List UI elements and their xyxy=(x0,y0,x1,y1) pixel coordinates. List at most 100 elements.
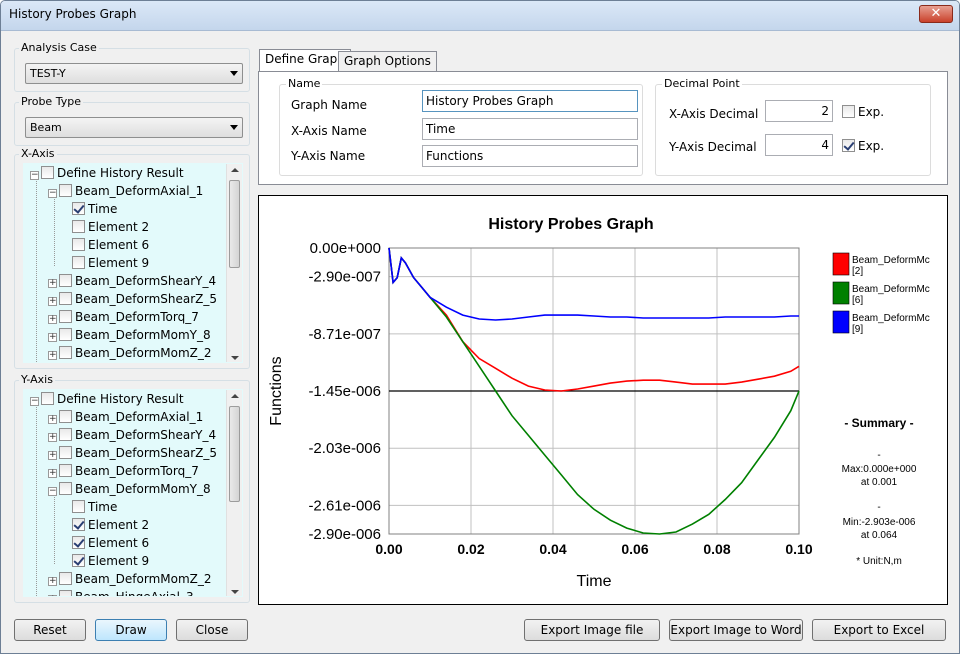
checkbox[interactable] xyxy=(842,139,855,152)
checkbox[interactable] xyxy=(842,105,855,118)
expand-icon[interactable]: + xyxy=(48,279,57,288)
x-tick-label: 0.06 xyxy=(621,541,648,557)
tree-item[interactable]: + Beam_DeformTorq_7 xyxy=(48,308,199,326)
checkbox[interactable] xyxy=(59,572,72,585)
x-exp-checkbox[interactable]: Exp. xyxy=(842,105,884,119)
tree-item[interactable]: Element 2 xyxy=(66,218,149,236)
export-word-button[interactable]: Export Image to Word xyxy=(669,619,803,641)
title-bar[interactable]: History Probes Graph ✕ xyxy=(1,1,959,31)
checkbox[interactable] xyxy=(59,464,72,477)
analysis-case-select[interactable]: TEST-Y xyxy=(25,63,243,84)
x-tree-scrollbar[interactable] xyxy=(226,164,242,362)
tree-item[interactable]: + Beam_DeformTorq_7 xyxy=(48,462,199,480)
checkbox[interactable] xyxy=(59,184,72,197)
close-icon[interactable]: ✕ xyxy=(919,5,953,23)
checkbox[interactable] xyxy=(72,202,85,215)
checkbox[interactable] xyxy=(72,554,85,567)
checkbox[interactable] xyxy=(41,392,54,405)
expand-icon[interactable]: + xyxy=(48,595,57,596)
graph-name-input[interactable]: History Probes Graph xyxy=(422,90,638,112)
summary-title: - Summary - xyxy=(844,416,913,430)
checkbox[interactable] xyxy=(41,166,54,179)
tree-item[interactable]: + Beam_DeformShearY_4 xyxy=(48,272,216,290)
tree-item[interactable]: Element 9 xyxy=(66,552,149,570)
checkbox[interactable] xyxy=(59,482,72,495)
history-probes-window: History Probes Graph ✕ Analysis Case TES… xyxy=(0,0,960,654)
expand-icon[interactable]: + xyxy=(48,333,57,342)
name-group-label: Name xyxy=(286,77,323,90)
tree-item[interactable]: + Beam_DeformMomZ_2 xyxy=(48,570,212,588)
checkbox[interactable] xyxy=(59,346,72,359)
y-axis-decimal-input[interactable]: 4 xyxy=(765,134,833,156)
checkbox[interactable] xyxy=(59,410,72,423)
checkbox[interactable] xyxy=(59,274,72,287)
tree-item[interactable]: + Beam_HingeAxial_3 xyxy=(48,588,194,596)
scroll-down-icon[interactable] xyxy=(231,356,239,360)
scroll-up-icon[interactable] xyxy=(231,168,239,172)
y-axis-name-input[interactable]: Functions xyxy=(422,145,638,167)
summary-min-at: at 0.064 xyxy=(861,530,898,541)
x-tree-root[interactable]: − Define History Result xyxy=(30,164,184,182)
tab-graph-options[interactable]: Graph Options xyxy=(338,51,437,72)
collapse-icon[interactable]: − xyxy=(30,171,39,180)
close-button[interactable]: Close xyxy=(176,619,248,641)
tree-item[interactable]: − Beam_DeformAxial_1 xyxy=(48,182,203,200)
probe-type-select[interactable]: Beam xyxy=(25,117,243,138)
checkbox[interactable] xyxy=(72,500,85,513)
expand-icon[interactable]: + xyxy=(48,451,57,460)
x-axis-name-input[interactable]: Time xyxy=(422,118,638,140)
tree-item[interactable]: Element 9 xyxy=(66,254,149,272)
tree-item[interactable]: + Beam_DeformMomZ_2 xyxy=(48,344,212,362)
export-image-button[interactable]: Export Image file xyxy=(524,619,660,641)
expand-icon[interactable]: + xyxy=(48,415,57,424)
checkbox[interactable] xyxy=(72,220,85,233)
checkbox[interactable] xyxy=(72,536,85,549)
checkbox[interactable] xyxy=(59,292,72,305)
tree-item[interactable]: Time xyxy=(66,498,117,516)
tree-item[interactable]: + Beam_DeformAxial_1 xyxy=(48,408,203,426)
checkbox[interactable] xyxy=(59,328,72,341)
tree-item[interactable]: Element 6 xyxy=(66,534,149,552)
y-tree-scrollbar[interactable] xyxy=(226,390,242,596)
tree-item[interactable]: + Beam_DeformMomY_8 xyxy=(48,326,211,344)
checkbox[interactable] xyxy=(59,446,72,459)
collapse-icon[interactable]: − xyxy=(30,397,39,406)
expand-icon[interactable]: + xyxy=(48,469,57,478)
checkbox[interactable] xyxy=(59,310,72,323)
tree-item[interactable]: Element 6 xyxy=(66,236,149,254)
checkbox[interactable] xyxy=(72,238,85,251)
checkbox[interactable] xyxy=(72,518,85,531)
expand-icon[interactable]: + xyxy=(48,315,57,324)
scroll-thumb[interactable] xyxy=(229,180,240,268)
tree-item[interactable]: + Beam_DeformShearY_4 xyxy=(48,426,216,444)
reset-button[interactable]: Reset xyxy=(14,619,86,641)
chevron-down-icon xyxy=(230,125,238,130)
expand-icon[interactable]: + xyxy=(48,433,57,442)
checkbox[interactable] xyxy=(59,590,72,596)
tree-item[interactable]: + Beam_DeformShearZ_5 xyxy=(48,444,217,462)
collapse-icon[interactable]: − xyxy=(48,189,57,198)
x-axis-decimal-input[interactable]: 2 xyxy=(765,100,833,122)
expand-icon[interactable]: + xyxy=(48,297,57,306)
checkbox[interactable] xyxy=(59,428,72,441)
expand-icon[interactable]: + xyxy=(48,577,57,586)
draw-button[interactable]: Draw xyxy=(95,619,167,641)
legend-swatch xyxy=(832,252,850,276)
y-exp-checkbox[interactable]: Exp. xyxy=(842,139,884,153)
tree-item[interactable]: − Beam_DeformMomY_8 xyxy=(48,480,211,498)
y-tree-root[interactable]: − Define History Result xyxy=(30,390,184,408)
y-axis-decimal-label: Y-Axis Decimal xyxy=(669,140,757,154)
expand-icon[interactable]: + xyxy=(48,351,57,360)
tree-item-label: Element 6 xyxy=(88,238,150,252)
checkbox[interactable] xyxy=(72,256,85,269)
scroll-thumb[interactable] xyxy=(229,406,240,502)
tree-item[interactable]: + Beam_DeformShearZ_5 xyxy=(48,290,217,308)
summary-min: Min:-2.903e-006 xyxy=(843,517,916,528)
tree-item[interactable]: Element 2 xyxy=(66,516,149,534)
summary-separator: - xyxy=(877,450,880,461)
collapse-icon[interactable]: − xyxy=(48,487,57,496)
scroll-down-icon[interactable] xyxy=(231,590,239,594)
tree-item[interactable]: Time xyxy=(66,200,117,218)
export-excel-button[interactable]: Export to Excel xyxy=(812,619,946,641)
scroll-up-icon[interactable] xyxy=(231,394,239,398)
